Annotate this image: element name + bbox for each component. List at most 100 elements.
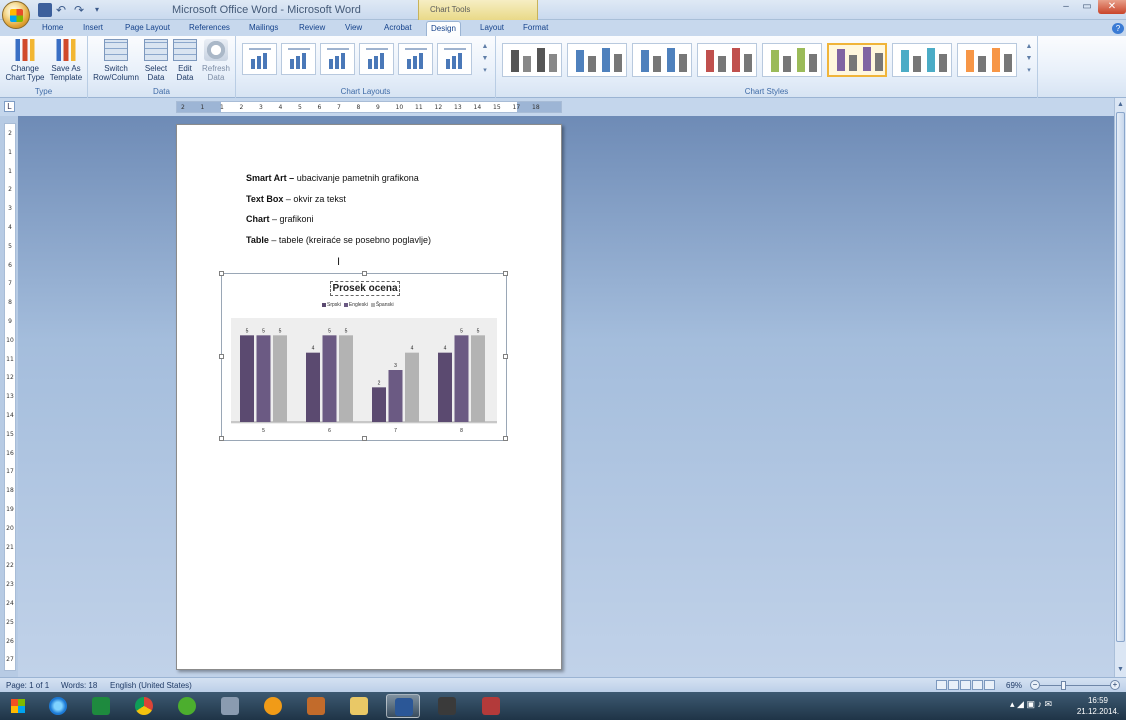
- chart-layout-6[interactable]: [437, 43, 472, 75]
- tab-design[interactable]: Design: [426, 21, 461, 36]
- paragraph-table[interactable]: Table – tabele (kreiraće se posebno pogl…: [246, 235, 431, 245]
- resize-handle[interactable]: [503, 354, 508, 359]
- chart-style-8[interactable]: [957, 43, 1017, 77]
- word-button[interactable]: [386, 694, 420, 718]
- draft-icon[interactable]: [984, 680, 995, 690]
- bar-španski-5[interactable]: [273, 335, 287, 422]
- chart-layout-5[interactable]: [398, 43, 433, 75]
- bar-španski-7[interactable]: [405, 352, 419, 422]
- resize-handle[interactable]: [503, 436, 508, 441]
- select-data-button[interactable]: Select Data: [142, 39, 170, 82]
- scroll-up-icon[interactable]: ▲: [1115, 99, 1126, 110]
- utorrent-button[interactable]: [170, 694, 204, 718]
- scroll-thumb[interactable]: [1116, 112, 1125, 642]
- bar-srpski-6[interactable]: [306, 352, 320, 422]
- redo-icon[interactable]: ↷: [72, 3, 86, 17]
- zoom-track[interactable]: [1040, 685, 1110, 686]
- print-layout-icon[interactable]: [936, 680, 947, 690]
- undo-icon[interactable]: ↶: [54, 3, 68, 17]
- zoom-level[interactable]: 69%: [1006, 681, 1022, 690]
- bar-engleski-6[interactable]: [322, 335, 337, 422]
- tab-format[interactable]: Format: [519, 21, 552, 36]
- save-as-template-button[interactable]: Save As Template: [46, 39, 86, 82]
- styles-scroll-icon[interactable]: ▲ ▼ ▾: [1024, 41, 1034, 81]
- customize-qat-icon[interactable]: ▾: [90, 3, 104, 17]
- chart-style-1[interactable]: [502, 43, 562, 77]
- resize-handle[interactable]: [362, 271, 367, 276]
- internet-explorer-button[interactable]: [41, 694, 75, 718]
- tab-layout[interactable]: Layout: [476, 21, 508, 36]
- tool-app-button[interactable]: [213, 694, 247, 718]
- avast-button[interactable]: [256, 694, 290, 718]
- bar-engleski-8[interactable]: [454, 335, 469, 422]
- file-explorer-button[interactable]: [342, 694, 376, 718]
- tab-insert[interactable]: Insert: [79, 21, 107, 36]
- tab-acrobat[interactable]: Acrobat: [380, 21, 416, 36]
- document-page[interactable]: Smart Art – ubacivanje pametnih grafikon…: [176, 124, 562, 670]
- edit-data-button[interactable]: Edit Data: [172, 39, 198, 82]
- outline-icon[interactable]: [972, 680, 983, 690]
- close-button[interactable]: ✕: [1098, 0, 1126, 14]
- tab-review[interactable]: Review: [295, 21, 329, 36]
- refresh-data-button[interactable]: Refresh Data: [201, 39, 231, 82]
- resize-handle[interactable]: [503, 271, 508, 276]
- bar-srpski-7[interactable]: [372, 387, 386, 422]
- chart-title[interactable]: Prosek ocena: [330, 281, 400, 296]
- chart-style-7[interactable]: [892, 43, 952, 77]
- paragraph-smart-art[interactable]: Smart Art – ubacivanje pametnih grafikon…: [246, 173, 419, 183]
- web-layout-icon[interactable]: [960, 680, 971, 690]
- zoom-knob[interactable]: [1061, 681, 1066, 690]
- word-count[interactable]: Words: 18: [61, 681, 97, 690]
- chart-style-4[interactable]: [697, 43, 757, 77]
- vertical-scrollbar[interactable]: ▲ ▼: [1114, 98, 1126, 677]
- chart-style-2[interactable]: [567, 43, 627, 77]
- app-red-button[interactable]: [474, 694, 508, 718]
- tab-home[interactable]: Home: [38, 21, 67, 36]
- plot-area[interactable]: 5 5 5 5 4 5 5 6 2 3 4 7 4 5 5 8: [231, 318, 497, 434]
- chart-style-5[interactable]: [762, 43, 822, 77]
- chart-layout-3[interactable]: [320, 43, 355, 75]
- chart-legend[interactable]: Srpski Engleski Španski: [322, 302, 397, 308]
- chart-layout-2[interactable]: [281, 43, 316, 75]
- bar-srpski-8[interactable]: [438, 352, 452, 422]
- bar-španski-8[interactable]: [471, 335, 485, 422]
- paragraph-text-box[interactable]: Text Box – okvir za tekst: [246, 194, 346, 204]
- chart-object[interactable]: Prosek ocena Srpski Engleski Španski 5 5 5 5 4…: [219, 271, 508, 441]
- zoom-slider[interactable]: − +: [1030, 680, 1120, 691]
- resize-handle[interactable]: [219, 354, 224, 359]
- zoom-in-button[interactable]: +: [1110, 680, 1120, 690]
- tab-selector[interactable]: L: [4, 101, 15, 112]
- bar-španski-6[interactable]: [339, 335, 353, 422]
- save-icon[interactable]: [38, 3, 52, 17]
- maximize-button[interactable]: ▭: [1076, 0, 1098, 14]
- vertical-ruler[interactable]: 2 1 1 2 3 4 5 6 7 8 9 10 11 12 13 14 15 16 17 18 19 20 21 22 23 2…: [4, 123, 16, 671]
- minimize-button[interactable]: ‒: [1055, 0, 1077, 14]
- horizontal-ruler[interactable]: 2 1 1 2 3 4 5 6 7 8 9 10 11 12 13 14 15 17 18: [176, 101, 562, 113]
- tab-view[interactable]: View: [341, 21, 366, 36]
- chart-style-6[interactable]: [827, 43, 887, 77]
- resize-handle[interactable]: [219, 271, 224, 276]
- chart-layout-4[interactable]: [359, 43, 394, 75]
- office-button[interactable]: [2, 1, 30, 29]
- excel-button[interactable]: [84, 694, 118, 718]
- chrome-button[interactable]: [127, 694, 161, 718]
- bar-engleski-7[interactable]: [388, 370, 403, 422]
- start-button[interactable]: [4, 693, 32, 719]
- chart-style-3[interactable]: [632, 43, 692, 77]
- change-chart-type-button[interactable]: Change Chart Type: [4, 39, 46, 82]
- tab-page-layout[interactable]: Page Layout: [121, 21, 174, 36]
- scroll-down-icon[interactable]: ▼: [1115, 664, 1126, 675]
- bar-srpski-5[interactable]: [240, 335, 254, 422]
- resize-handle[interactable]: [219, 436, 224, 441]
- tab-mailings[interactable]: Mailings: [245, 21, 282, 36]
- switch-row-column-button[interactable]: Switch Row/Column: [91, 39, 141, 82]
- script-app-button[interactable]: [299, 694, 333, 718]
- tab-references[interactable]: References: [185, 21, 234, 36]
- layouts-scroll-icon[interactable]: ▲ ▼ ▾: [480, 41, 490, 81]
- clock[interactable]: 16:59 21.12.2014.: [1072, 695, 1124, 717]
- help-icon[interactable]: ?: [1112, 23, 1124, 34]
- page-count[interactable]: Page: 1 of 1: [6, 681, 49, 690]
- chart-layout-1[interactable]: [242, 43, 277, 75]
- paragraph-chart[interactable]: Chart – grafikoni: [246, 214, 314, 224]
- app-generic-button[interactable]: [430, 694, 464, 718]
